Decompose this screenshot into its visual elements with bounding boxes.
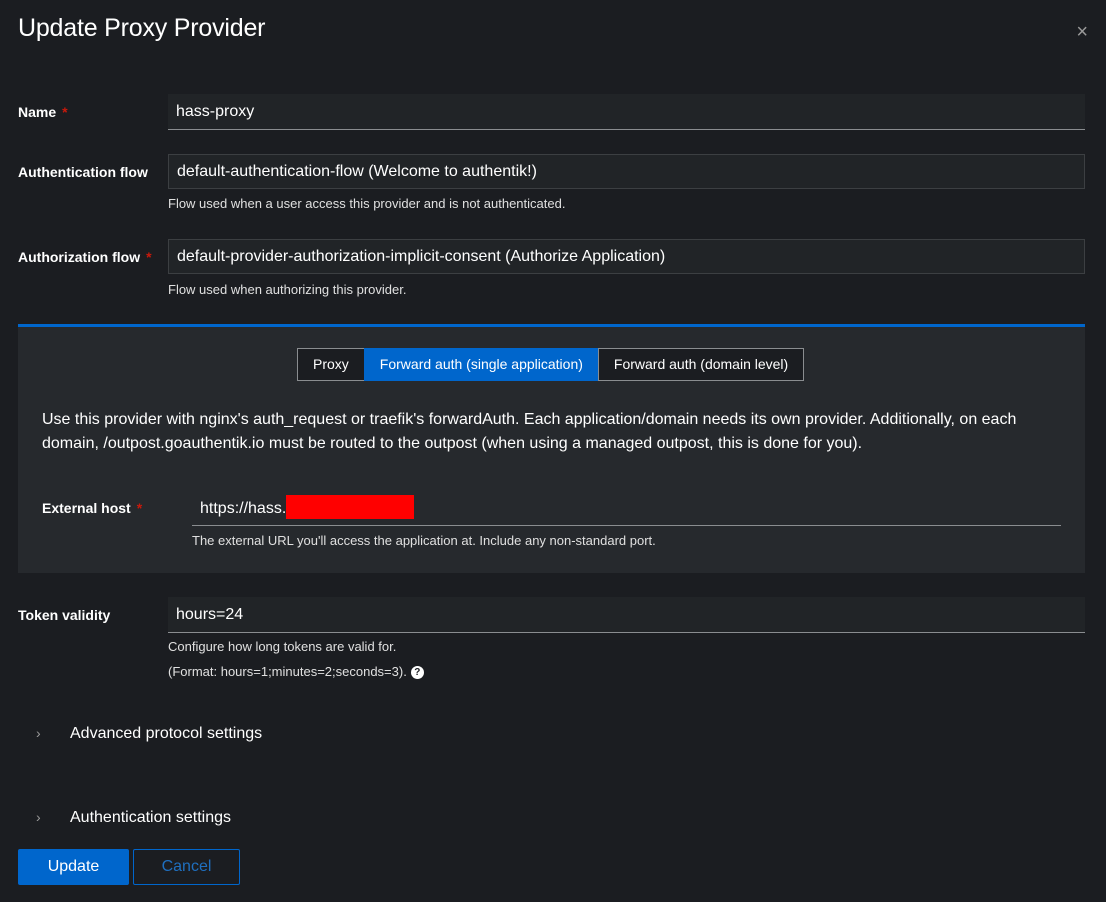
authentication-flow-help: Flow used when a user access this provid… [168, 196, 566, 211]
token-validity-help: Configure how long tokens are valid for. [168, 639, 397, 654]
token-validity-format-help: (Format: hours=1;minutes=2;seconds=3).? [168, 664, 424, 680]
token-validity-label: Token validity [18, 607, 111, 623]
chevron-right-icon: › [36, 725, 41, 741]
required-mark: * [136, 500, 143, 516]
authorization-flow-label: Authorization flow * [18, 249, 152, 265]
external-host-value: https://hass. [200, 500, 287, 517]
required-mark: * [146, 249, 152, 265]
authorization-flow-select[interactable]: default-provider-authorization-implicit-… [168, 239, 1085, 274]
required-mark: * [62, 104, 68, 120]
question-circle-icon[interactable]: ? [410, 666, 424, 680]
name-label: Name * [18, 104, 68, 120]
mode-toggle-group: Proxy Forward auth (single application) … [297, 348, 805, 381]
authentication-flow-label: Authentication flow [18, 164, 148, 180]
cancel-button[interactable]: Cancel [133, 849, 240, 885]
dialog-title: Update Proxy Provider [18, 14, 266, 42]
mode-proxy-button[interactable]: Proxy [297, 348, 365, 381]
token-validity-input[interactable]: hours=24 [168, 597, 1085, 633]
external-host-label-text: External host [42, 500, 131, 516]
advanced-protocol-settings-label: Advanced protocol settings [70, 725, 263, 742]
redaction-block [286, 494, 415, 519]
name-input[interactable]: hass-proxy [168, 94, 1085, 130]
chevron-right-icon: › [36, 809, 41, 825]
update-button[interactable]: Update [18, 849, 129, 885]
authentication-flow-select[interactable]: default-authentication-flow (Welcome to … [168, 154, 1085, 189]
close-icon[interactable]: × [1076, 20, 1088, 44]
advanced-protocol-settings-toggle[interactable]: › Advanced protocol settings [36, 725, 262, 743]
mode-forward-single-button[interactable]: Forward auth (single application) [363, 348, 599, 381]
mode-description: Use this provider with nginx's auth_requ… [42, 411, 1017, 452]
authorization-flow-help: Flow used when authorizing this provider… [168, 282, 407, 297]
external-host-label: External host * [42, 500, 142, 516]
authentication-settings-label: Authentication settings [70, 809, 231, 826]
mode-panel: Proxy Forward auth (single application) … [18, 324, 1085, 573]
authentication-settings-toggle[interactable]: › Authentication settings [36, 809, 231, 827]
external-host-help: The external URL you'll access the appli… [192, 533, 656, 548]
token-format-text: (Format: hours=1;minutes=2;seconds=3). [168, 664, 407, 679]
mode-forward-domain-button[interactable]: Forward auth (domain level) [597, 348, 805, 381]
authorization-flow-label-text: Authorization flow [18, 249, 141, 265]
external-host-input[interactable]: https://hass. [192, 493, 1061, 526]
name-label-text: Name [18, 104, 57, 120]
